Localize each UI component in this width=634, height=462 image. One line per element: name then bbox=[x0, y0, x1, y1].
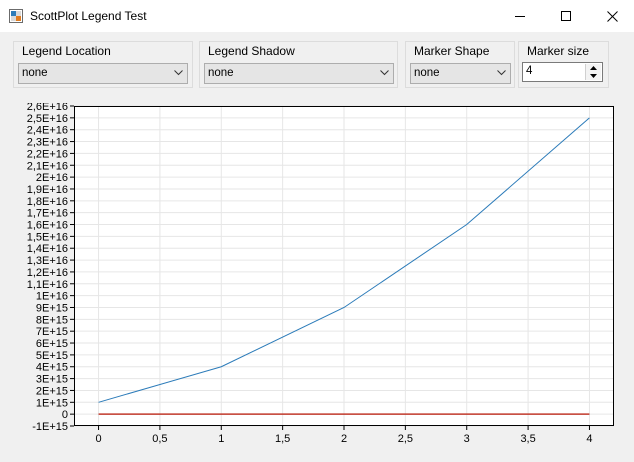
minimize-icon bbox=[515, 16, 525, 17]
marker-shape-select[interactable]: none bbox=[410, 63, 511, 84]
x-tick-label: 2 bbox=[341, 433, 347, 445]
maximize-button[interactable] bbox=[543, 0, 589, 32]
y-tick-label: 2,4E+16 bbox=[27, 125, 68, 137]
legend-shadow-value: none bbox=[208, 67, 234, 79]
legend-location-value: none bbox=[22, 67, 48, 79]
chevron-down-icon bbox=[497, 70, 506, 76]
y-tick-label: 0 bbox=[62, 409, 68, 421]
y-tick-label: 1,3E+16 bbox=[27, 255, 68, 267]
y-tick-label: -1E+15 bbox=[32, 421, 68, 433]
x-tick-label: 1 bbox=[218, 433, 224, 445]
y-tick-label: 1,7E+16 bbox=[27, 208, 68, 220]
y-tick-label: 2,1E+16 bbox=[27, 160, 68, 172]
marker-size-spinner bbox=[585, 64, 601, 80]
y-tick-label: 1E+16 bbox=[36, 291, 68, 303]
y-tick-label: 1,2E+16 bbox=[27, 267, 68, 279]
y-tick-label: 1,5E+16 bbox=[27, 231, 68, 243]
line-chart[interactable]: 0 0,5 1 1,5 2 2,5 3 3,5 4-1E+1501E+152E+153E+154… bbox=[16, 103, 616, 449]
chevron-down-icon bbox=[380, 70, 389, 76]
y-tick-label: 1,1E+16 bbox=[27, 279, 68, 291]
legend-location-label: Legend Location bbox=[21, 44, 112, 58]
triangle-up-icon bbox=[590, 66, 597, 70]
minimize-button[interactable] bbox=[497, 0, 543, 32]
legend-shadow-select[interactable]: none bbox=[204, 63, 394, 84]
y-tick-label: 2,2E+16 bbox=[27, 148, 68, 160]
y-tick-label: 1,8E+16 bbox=[27, 196, 68, 208]
triangle-down-icon bbox=[590, 74, 597, 78]
x-tick-label: 2,5 bbox=[398, 433, 413, 445]
x-tick-label: 3 bbox=[464, 433, 470, 445]
y-tick-label: 4E+15 bbox=[36, 362, 68, 374]
chevron-down-icon bbox=[174, 70, 183, 76]
y-tick-label: 2E+15 bbox=[36, 385, 68, 397]
y-tick-label: 6E+15 bbox=[36, 338, 68, 350]
marker-size-value: 4 bbox=[526, 65, 533, 77]
y-tick-label: 7E+15 bbox=[36, 326, 68, 338]
x-tick-label: 4 bbox=[586, 433, 592, 445]
x-tick-label: 1,5 bbox=[275, 433, 290, 445]
y-tick-label: 2E+16 bbox=[36, 172, 68, 184]
legend-location-select[interactable]: none bbox=[18, 63, 188, 84]
window-title: ScottPlot Legend Test bbox=[30, 9, 147, 23]
y-tick-label: 2,3E+16 bbox=[27, 137, 68, 149]
close-icon bbox=[606, 10, 618, 22]
marker-size-label: Marker size bbox=[526, 44, 591, 58]
marker-size-input[interactable]: 4 bbox=[522, 62, 603, 82]
plot-area[interactable]: 0 0,5 1 1,5 2 2,5 3 3,5 4 -1E+15 0 1E+15 2E+15 3E+15 4… bbox=[16, 103, 616, 449]
maximize-icon bbox=[561, 11, 571, 21]
y-tick-label: 1,9E+16 bbox=[27, 184, 68, 196]
y-tick-label: 1,6E+16 bbox=[27, 220, 68, 232]
y-tick-label: 5E+15 bbox=[36, 350, 68, 362]
spin-down-button[interactable] bbox=[586, 72, 601, 80]
x-tick-label: 3,5 bbox=[520, 433, 535, 445]
marker-shape-label: Marker Shape bbox=[413, 44, 491, 58]
y-tick-label: 9E+15 bbox=[36, 302, 68, 314]
y-tick-label: 1,4E+16 bbox=[27, 243, 68, 255]
title-bar: ScottPlot Legend Test bbox=[0, 0, 634, 32]
x-tick-label: 0 bbox=[95, 433, 101, 445]
legend-shadow-label: Legend Shadow bbox=[207, 44, 296, 58]
close-button[interactable] bbox=[589, 0, 634, 32]
scottplot-app-icon bbox=[9, 9, 23, 23]
marker-shape-value: none bbox=[414, 67, 440, 79]
y-tick-label: 2,6E+16 bbox=[27, 103, 68, 113]
x-tick-label: 0,5 bbox=[152, 433, 167, 445]
y-tick-label: 1E+15 bbox=[36, 397, 68, 409]
y-tick-label: 8E+15 bbox=[36, 314, 68, 326]
y-tick-label: 3E+15 bbox=[36, 374, 68, 386]
y-tick-label: 2,5E+16 bbox=[27, 113, 68, 125]
